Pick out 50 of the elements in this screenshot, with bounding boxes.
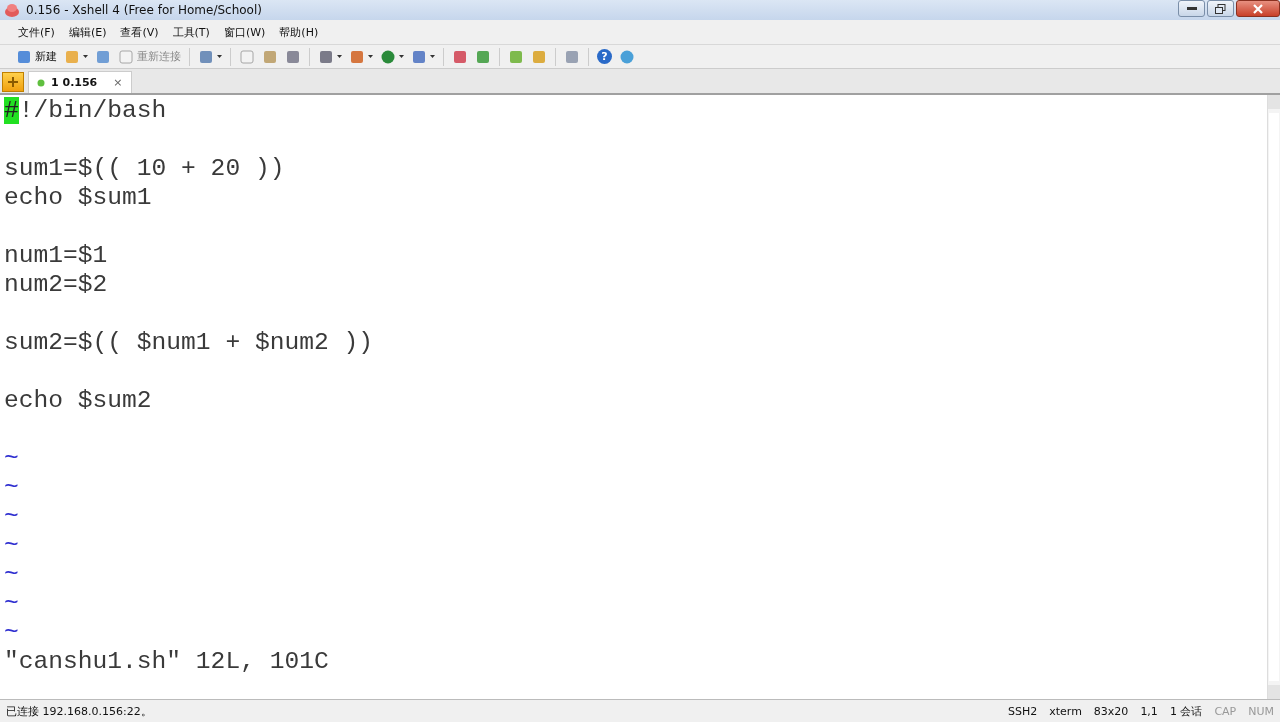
menu-item[interactable]: 帮助(H): [279, 24, 319, 40]
plus-icon: [8, 77, 18, 87]
scrollbar[interactable]: [1267, 95, 1280, 699]
minimize-button[interactable]: [1178, 0, 1205, 17]
empty-line-marker: ~: [4, 474, 19, 501]
restore-button[interactable]: [1207, 0, 1234, 17]
caret-icon: [368, 55, 373, 58]
status-item: 83x20: [1093, 704, 1129, 718]
minimize-icon: [1186, 6, 1197, 11]
caret-icon: [217, 55, 222, 58]
terminal-line: num2=$2: [4, 271, 108, 298]
empty-line-marker: ~: [4, 532, 19, 559]
window-title: 0.156 - Xshell 4 (Free for Home/School): [26, 3, 262, 17]
caret-icon: [399, 55, 404, 58]
status-item: 1 会话: [1169, 703, 1203, 719]
caret-icon: [83, 55, 88, 58]
terminal-line: "canshu1.sh" 12L, 101C: [4, 648, 329, 675]
terminal-line: echo $sum2: [4, 387, 152, 414]
terminal-line: sum1=$(( 10 + 20 )): [4, 155, 285, 182]
caret-icon: [430, 55, 435, 58]
empty-line-marker: ~: [4, 561, 19, 588]
status-item: SSH2: [1007, 704, 1038, 718]
empty-line-marker: ~: [4, 503, 19, 530]
empty-line-marker: ~: [4, 619, 19, 646]
cursor: #: [4, 97, 19, 124]
restore-icon: [1215, 3, 1226, 14]
close-button[interactable]: [1236, 0, 1280, 17]
empty-line-marker: ~: [4, 445, 19, 472]
status-item: xterm: [1049, 704, 1082, 718]
terminal-line: echo $sum1: [4, 184, 152, 211]
menu-item[interactable]: 窗口(W): [223, 24, 266, 40]
session-tab[interactable]: 1 0.156 ×: [28, 71, 132, 93]
terminal-line: num1=$1: [4, 242, 108, 269]
status-item: CAP: [1214, 704, 1237, 718]
caret-icon: [337, 55, 342, 58]
terminal-line: sum2=$(( $num1 + $num2 )): [4, 329, 373, 356]
menu-item[interactable]: 工具(T): [172, 24, 210, 40]
terminal-line: !/bin/bash: [18, 97, 167, 124]
menu-item[interactable]: 文件(F): [18, 24, 55, 40]
help-button[interactable]: ?: [595, 47, 614, 66]
menu-item[interactable]: 查看(V): [120, 24, 159, 40]
new-button[interactable]: 新建: [14, 46, 59, 67]
status-item: NUM: [1248, 704, 1274, 718]
add-session-button[interactable]: [2, 72, 24, 92]
status-message: 已连接 192.168.0.156:22。: [6, 703, 152, 719]
close-icon: [1253, 3, 1263, 14]
status-item: 1,1: [1140, 704, 1158, 718]
menu-item[interactable]: 编辑(E): [68, 24, 107, 40]
empty-line-marker: ~: [4, 590, 19, 617]
close-tab-button[interactable]: ×: [113, 76, 123, 89]
